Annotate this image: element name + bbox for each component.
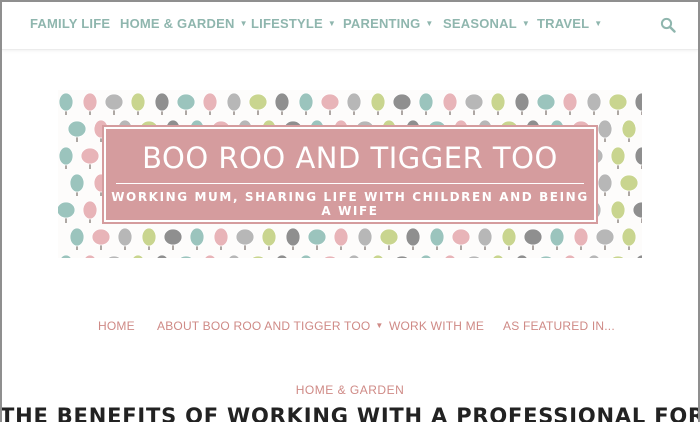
nav-item-travel[interactable]: TRAVEL ▼ (537, 16, 602, 31)
site-title: BOO ROO AND TIGGER TOO (142, 141, 558, 175)
subnav-item-home[interactable]: HOME (98, 319, 135, 333)
post-category-link[interactable]: HOME & GARDEN (0, 383, 700, 397)
post-title[interactable]: THE BENEFITS OF WORKING WITH A PROFESSIO… (0, 404, 700, 422)
nav-item-family-life[interactable]: FAMILY LIFE (30, 16, 110, 31)
title-divider (116, 183, 584, 184)
nav-item-label: PARENTING (343, 16, 421, 31)
subnav-item-about[interactable]: ABOUT BOO ROO AND TIGGER TOO ▼ (157, 319, 384, 333)
subnav-item-label: AS FEATURED IN... (503, 319, 615, 333)
site-title-box: BOO ROO AND TIGGER TOO WORKING MUM, SHAR… (102, 125, 598, 224)
chevron-down-icon: ▼ (594, 19, 603, 28)
subnav-item-label: ABOUT BOO ROO AND TIGGER TOO (157, 319, 371, 333)
search-icon[interactable] (660, 17, 676, 33)
subnav-item-work-with-me[interactable]: WORK WITH ME (389, 319, 484, 333)
nav-item-seasonal[interactable]: SEASONAL ▼ (443, 16, 530, 31)
nav-item-label: HOME & GARDEN (120, 16, 235, 31)
chevron-down-icon: ▼ (375, 321, 384, 330)
chevron-down-icon: ▼ (239, 19, 248, 28)
nav-item-parenting[interactable]: PARENTING ▼ (343, 16, 434, 31)
subnav-item-label: HOME (98, 319, 135, 333)
nav-item-label: LIFESTYLE (251, 16, 323, 31)
nav-item-label: TRAVEL (537, 16, 590, 31)
nav-item-lifestyle[interactable]: LIFESTYLE ▼ (251, 16, 336, 31)
nav-item-label: SEASONAL (443, 16, 517, 31)
chevron-down-icon: ▼ (521, 19, 530, 28)
top-navigation: FAMILY LIFE HOME & GARDEN ▼ LIFESTYLE ▼ PA… (2, 2, 698, 50)
nav-item-home-garden[interactable]: HOME & GARDEN ▼ (120, 16, 248, 31)
site-header-banner[interactable]: BOO ROO AND TIGGER TOO WORKING MUM, SHAR… (58, 90, 642, 258)
subnav-item-as-featured-in[interactable]: AS FEATURED IN... (503, 319, 615, 333)
chevron-down-icon: ▼ (425, 19, 434, 28)
nav-item-label: FAMILY LIFE (30, 16, 111, 31)
subnav-item-label: WORK WITH ME (389, 319, 485, 333)
chevron-down-icon: ▼ (327, 19, 336, 28)
site-tagline: WORKING MUM, SHARING LIFE WITH CHILDREN … (111, 190, 589, 218)
